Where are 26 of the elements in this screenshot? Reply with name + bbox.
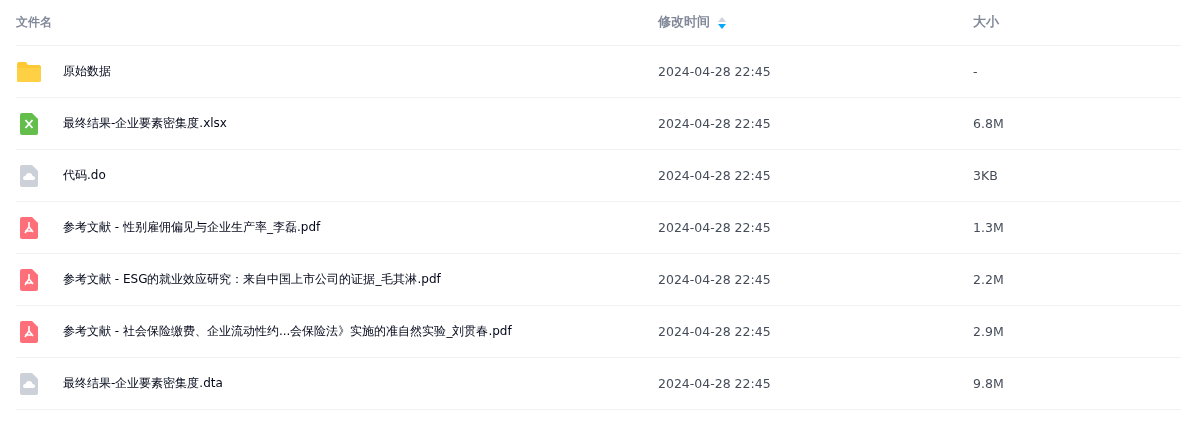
file-name[interactable]: 参考文献 - 社会保险缴费、企业流动性约...会保险法》实施的准自然实验_刘贯春.pdf bbox=[63, 323, 512, 340]
file-name[interactable]: 参考文献 - ESG的就业效应研究：来自中国上市公司的证据_毛其淋.pdf bbox=[63, 271, 441, 288]
modified-time: 2024-04-28 22:45 bbox=[658, 376, 771, 391]
modified-time: 2024-04-28 22:45 bbox=[658, 272, 771, 287]
file-name[interactable]: 最终结果-企业要素密集度.dta bbox=[63, 375, 223, 392]
file-size: 6.8M bbox=[973, 116, 1004, 131]
modified-time: 2024-04-28 22:45 bbox=[658, 116, 771, 131]
file-size: 2.9M bbox=[973, 324, 1004, 339]
modified-time: 2024-04-28 22:45 bbox=[658, 324, 771, 339]
file-size: 1.3M bbox=[973, 220, 1004, 235]
file-name[interactable]: 原始数据 bbox=[63, 63, 111, 80]
sort-icon[interactable] bbox=[718, 16, 726, 29]
column-header[interactable]: 修改时间 bbox=[658, 14, 710, 31]
file-size: 2.2M bbox=[973, 272, 1004, 287]
folder-icon bbox=[16, 60, 42, 83]
file-name[interactable]: 最终结果-企业要素密集度.xlsx bbox=[63, 115, 227, 132]
file-size: 3KB bbox=[973, 168, 998, 183]
modified-time: 2024-04-28 22:45 bbox=[658, 64, 771, 79]
modified-time: 2024-04-28 22:45 bbox=[658, 220, 771, 235]
file-name[interactable]: 参考文献 - 性别雇佣偏见与企业生产率_李磊.pdf bbox=[63, 219, 321, 236]
file-size: - bbox=[973, 64, 978, 79]
modified-time: 2024-04-28 22:45 bbox=[658, 168, 771, 183]
column-header[interactable]: 文件名 bbox=[16, 14, 52, 31]
file-size: 9.8M bbox=[973, 376, 1004, 391]
file-name[interactable]: 代码.do bbox=[63, 167, 106, 184]
column-header[interactable]: 大小 bbox=[973, 14, 999, 29]
